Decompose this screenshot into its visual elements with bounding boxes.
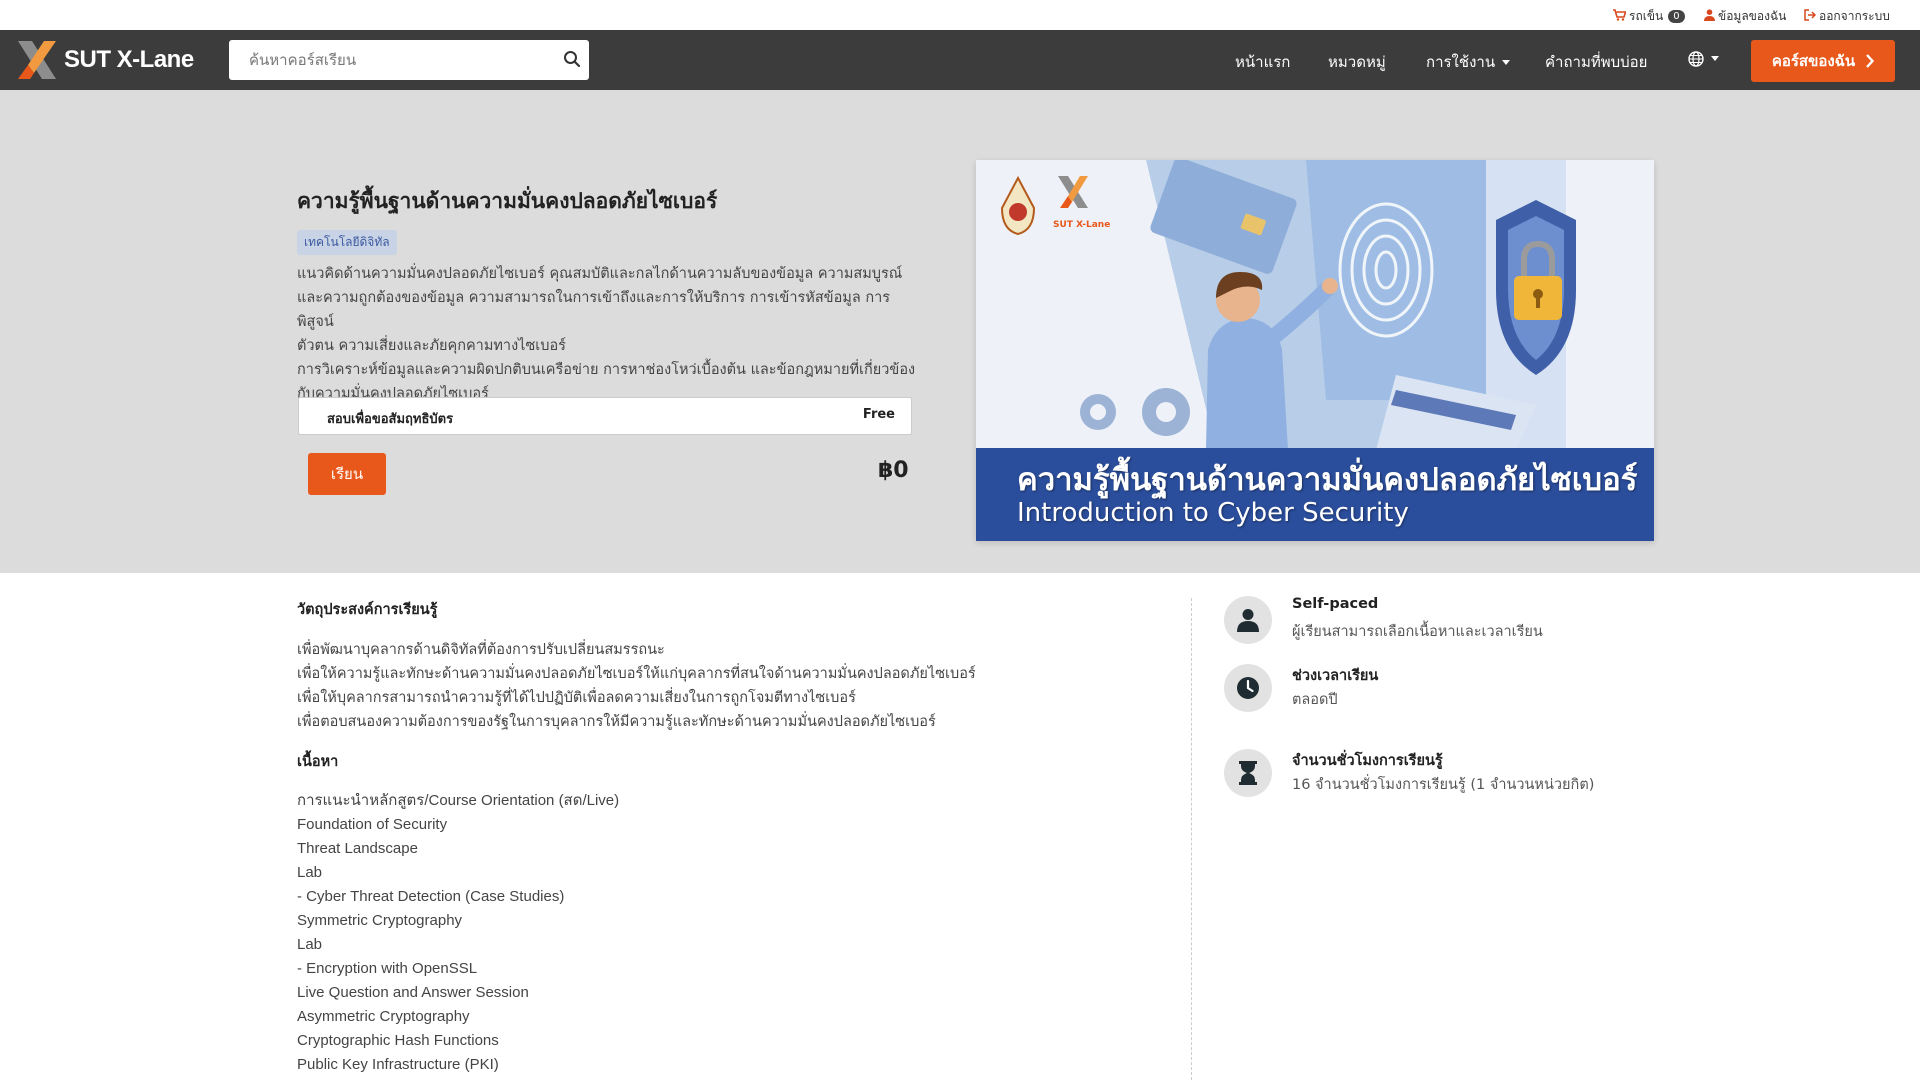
hourglass-icon [1224,749,1272,797]
nav-categories[interactable]: หมวดหมู่ [1328,50,1386,74]
info-learning-hours: จำนวนชั่วโมงการเรียนรู้ 16 จำนวนชั่วโมงก… [1224,749,1784,805]
course-title: ความรู้พื้นฐานด้านความมั่นคงปลอดภัยไซเบอ… [297,189,718,213]
description-line: และความถูกต้องของข้อมูล ความสามารถในการเ… [297,290,891,330]
info-self-paced: Self-paced ผู้เรียนสามารถเลือกเนื้อหาและ… [1224,596,1784,652]
list-item: Asymmetric Cryptography [297,1008,470,1025]
list-item: การแนะนำหลักสูตร/Course Orientation (สด/… [297,792,620,809]
certificate-option[interactable]: สอบเพื่อขอสัมฤทธิบัตร Free [298,397,912,435]
list-item: Threat Landscape [297,840,418,857]
caret-down-icon [1502,60,1511,65]
info-title: ช่วงเวลาเรียน [1292,668,1379,684]
description-line: การวิเคราะห์ข้อมูลและความผิดปกติบนเครือข… [297,362,916,378]
certificate-option-price: Free [862,407,895,422]
x-lane-logo-icon [18,41,56,79]
contents-list: การแนะนำหลักสูตร/Course Orientation (สด/… [297,789,897,1077]
objectives-list: เพื่อพัฒนาบุคลากรด้านดิจิทัลที่ต้องการปร… [297,638,1217,734]
cyber-security-illustration [976,160,1654,450]
category-badge[interactable]: เทคโนโลยีดิจิทัล [297,230,397,255]
list-item: เพื่อพัฒนาบุคลากรด้านดิจิทัลที่ต้องการปร… [297,642,665,658]
description-line: ตัวตน ความเสี่ยงและภัยคุกคามทางไซเบอร์ [297,338,566,354]
info-study-period: ช่วงเวลาเรียน ตลอดปี [1224,664,1784,720]
course-hero: ความรู้พื้นฐานด้านความมั่นคงปลอดภัยไซเบอ… [0,90,1920,573]
list-item: Symmetric Cryptography [297,912,463,929]
user-icon [1704,9,1715,24]
course-description: แนวคิดด้านความมั่นคงปลอดภัยไซเบอร์ คุณสม… [297,262,917,406]
chevron-right-icon [1866,54,1875,68]
person-icon [1224,596,1272,644]
search-input[interactable] [229,40,549,80]
course-banner-image: SUT X-Lane ความรู้พื้นฐานด้านความมั่นคงป… [976,160,1654,541]
nav-usage-label: การใช้งาน [1426,53,1496,71]
description-line: แนวคิดด้านความมั่นคงปลอดภัยไซเบอร์ คุณสม… [297,266,903,282]
nav-usage-dropdown[interactable]: การใช้งาน [1426,50,1511,74]
info-subtitle: 16 จำนวนชั่วโมงการเรียนรู้ (1 จำนวนหน่วย… [1292,777,1595,793]
cart-link[interactable]: รถเข็น 0 [1613,7,1685,26]
banner-logo-text: SUT X-Lane [1053,220,1111,230]
nav-faq[interactable]: คำถามที่พบบ่อย [1545,50,1647,74]
list-item: เพื่อให้ความรู้และทักษะด้านความมั่นคงปลอ… [297,666,976,682]
list-item: Public Key Infrastructure (PKI) [297,1056,499,1073]
main-navbar: SUT X-Lane หน้าแรก หมวดหมู่ การใช้งาน คำ… [0,30,1920,90]
globe-icon [1688,50,1704,67]
list-item: Live Question and Answer Session [297,984,529,1001]
brand-logo[interactable]: SUT X-Lane [16,39,194,81]
my-courses-button[interactable]: คอร์สของฉัน [1751,40,1895,82]
column-divider [1191,598,1192,1080]
info-title: จำนวนชั่วโมงการเรียนรู้ [1292,753,1443,769]
banner-title-english: Introduction to Cyber Security [1017,498,1409,528]
banner-title-strip: ความรู้พื้นฐานด้านความมั่นคงปลอดภัยไซเบอ… [976,448,1654,541]
search-box [229,40,589,80]
study-button[interactable]: เรียน [308,453,386,495]
profile-label: ข้อมูลของฉัน [1718,9,1787,23]
list-item: เพื่อตอบสนองความต้องการของรัฐในการบุคลาก… [297,714,936,730]
utility-bar: รถเข็น 0 ข้อมูลของฉัน ออกจากระบบ [0,0,1920,30]
nav-home[interactable]: หน้าแรก [1235,50,1290,74]
certificate-option-label: สอบเพื่อขอสัมฤทธิบัตร [327,412,454,427]
cart-label: รถเข็น [1629,9,1664,23]
list-item: Cryptographic Hash Functions [297,1032,499,1049]
logout-link[interactable]: ออกจากระบบ [1804,7,1890,26]
profile-link[interactable]: ข้อมูลของฉัน [1704,7,1786,26]
list-item: Lab [297,864,323,881]
cart-icon [1613,9,1627,24]
my-courses-label: คอร์สของฉัน [1771,52,1856,70]
course-price: ฿0 [878,458,909,483]
list-item: Lab [297,936,323,953]
logout-label: ออกจากระบบ [1819,9,1890,23]
language-dropdown[interactable] [1688,49,1719,67]
list-item: เพื่อให้บุคลากรสามารถนำความรู้ที่ได้ไปปฏ… [297,690,856,706]
cart-count-badge: 0 [1668,10,1685,23]
clock-icon [1224,664,1272,712]
info-subtitle: ผู้เรียนสามารถเลือกเนื้อหาและเวลาเรียน [1292,624,1543,640]
search-icon[interactable] [563,50,583,70]
contents-heading: เนื้อหา [297,754,339,770]
objectives-heading: วัตถุประสงค์การเรียนรู้ [297,602,438,618]
banner-title-thai: ความรู้พื้นฐานด้านความมั่นคงปลอดภัยไซเบอ… [1017,462,1638,498]
info-subtitle: ตลอดปี [1292,692,1338,708]
brand-name: SUT X-Lane [64,46,194,73]
sign-out-icon [1804,9,1817,24]
list-item: Foundation of Security [297,816,448,833]
info-title: Self-paced [1292,596,1379,612]
caret-down-icon [1711,56,1719,61]
list-item: - Encryption with OpenSSL [297,960,478,977]
list-item: - Cyber Threat Detection (Case Studies) [297,888,565,905]
